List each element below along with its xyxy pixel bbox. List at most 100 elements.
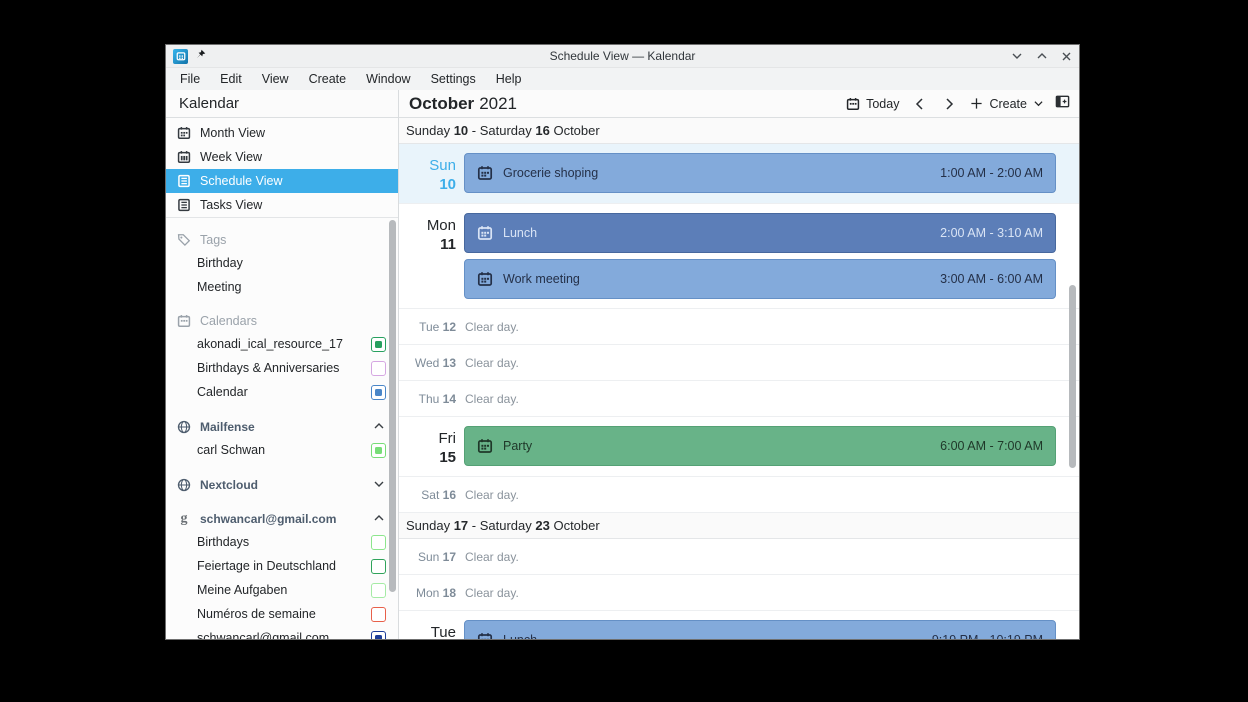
sidebar-item-label: Schedule View <box>200 174 283 188</box>
menu-help[interactable]: Help <box>486 68 532 90</box>
calendar-checkbox[interactable] <box>371 360 386 376</box>
schedule-view: Sunday 10 - Saturday 16 October Sun 10 G… <box>399 118 1079 639</box>
day-label: Mon 11 <box>426 217 456 253</box>
clear-day-note: Clear day. <box>465 391 519 406</box>
schedule-view-icon <box>177 174 191 188</box>
calendar-row[interactable]: Numéros de semaine <box>166 602 398 626</box>
menu-edit[interactable]: Edit <box>210 68 252 90</box>
menu-create[interactable]: Create <box>299 68 357 90</box>
tag-item-birthday[interactable]: Birthday <box>166 251 398 275</box>
chevron-down-icon[interactable] <box>373 478 385 492</box>
day-label: Mon 18 <box>415 585 456 600</box>
sidebar-item-tasks-view[interactable]: Tasks View <box>166 193 398 217</box>
next-button[interactable] <box>940 97 959 111</box>
day-row-fri-15: Fri 15 Party 6:00 AM - 7:00 AM <box>399 417 1079 477</box>
chevron-up-icon[interactable] <box>373 420 385 434</box>
calendar-checkbox[interactable] <box>371 606 386 622</box>
event-time: 3:00 AM - 6:00 AM <box>940 272 1043 286</box>
sidebar: Kalendar Month View Week View Schedule V… <box>166 90 399 639</box>
day-label: Sat 16 <box>421 487 456 502</box>
day-label: Tue 19 <box>430 624 456 639</box>
event-time: 6:00 AM - 7:00 AM <box>940 439 1043 453</box>
sidebar-scrollbar-thumb[interactable] <box>389 220 396 592</box>
schedule-scrollbar-thumb[interactable] <box>1069 285 1076 468</box>
sidebar-item-label: Month View <box>200 126 266 140</box>
clear-day-note: Clear day. <box>465 319 519 334</box>
sidebar-title: Kalendar <box>166 90 398 118</box>
week-view-icon <box>177 150 191 164</box>
sidebar-item-label: Week View <box>200 150 263 164</box>
maximize-icon[interactable] <box>1036 51 1048 61</box>
clear-day-note: Clear day. <box>465 549 519 564</box>
day-label: Tue 12 <box>419 319 456 334</box>
pin-icon[interactable] <box>195 47 206 65</box>
event-card-grocerie-shoping[interactable]: Grocerie shoping 1:00 AM - 2:00 AM <box>464 153 1056 193</box>
calendar-row[interactable]: carl Schwan <box>166 438 398 462</box>
previous-button[interactable] <box>910 97 929 111</box>
calendar-icon <box>477 225 493 241</box>
menu-file[interactable]: File <box>170 68 210 90</box>
calendar-icon <box>846 97 860 110</box>
chevron-up-icon[interactable] <box>373 512 385 526</box>
account-header-nextcloud[interactable]: Nextcloud <box>166 474 398 496</box>
event-card-party[interactable]: Party 6:00 AM - 7:00 AM <box>464 426 1056 466</box>
sidebar-content: Month View Week View Schedule View Tasks… <box>166 118 398 639</box>
divider <box>166 217 398 218</box>
sidebar-item-week-view[interactable]: Week View <box>166 145 398 169</box>
calendar-row[interactable]: Feiertage in Deutschland <box>166 554 398 578</box>
day-row-mon-18: Mon 18 Clear day. <box>399 575 1079 611</box>
calendar-icon <box>177 315 191 327</box>
day-label: Sun 17 <box>417 549 456 564</box>
day-row-sun-10: Sun 10 Grocerie shoping 1:00 AM - 2:00 A… <box>399 144 1079 204</box>
today-button[interactable]: Today <box>846 97 899 111</box>
calendar-row[interactable]: schwancarl@gmail.com <box>166 626 398 639</box>
clear-day-note: Clear day. <box>465 585 519 600</box>
menu-view[interactable]: View <box>252 68 299 90</box>
calendar-icon <box>477 438 493 454</box>
sidebar-item-schedule-view[interactable]: Schedule View <box>166 169 398 193</box>
sidebar-item-label: Tasks View <box>200 198 263 212</box>
day-label: Sun 10 <box>429 157 456 193</box>
account-header-gmail[interactable]: g schwancarl@gmail.com <box>166 508 398 530</box>
day-row-mon-11: Mon 11 Lunch 2:00 AM - 3:10 AM Work meet… <box>399 204 1079 309</box>
toggle-panel-button[interactable] <box>1055 94 1070 114</box>
day-row-wed-13: Wed 13 Clear day. <box>399 345 1079 381</box>
calendar-checkbox[interactable] <box>371 630 386 639</box>
tag-item-meeting[interactable]: Meeting <box>166 275 398 299</box>
main-header: October 2021 Today Create <box>399 90 1079 118</box>
calendar-row[interactable]: Birthdays & Anniversaries <box>166 356 398 380</box>
event-title: Party <box>503 439 533 453</box>
calendar-row[interactable]: Birthdays <box>166 530 398 554</box>
calendar-row[interactable]: Meine Aufgaben <box>166 578 398 602</box>
event-card-work-meeting[interactable]: Work meeting 3:00 AM - 6:00 AM <box>464 259 1056 299</box>
google-icon: g <box>180 511 188 526</box>
menu-settings[interactable]: Settings <box>421 68 486 90</box>
chevron-down-icon <box>1034 101 1043 107</box>
calendar-row[interactable]: akonadi_ical_resource_17 <box>166 332 398 356</box>
main-panel: October 2021 Today Create Sunday 10 - Sa… <box>399 90 1079 639</box>
create-button[interactable]: Create <box>970 97 1044 111</box>
event-title: Lunch <box>503 226 538 240</box>
event-time: 2:00 AM - 3:10 AM <box>940 226 1043 240</box>
event-card-lunch[interactable]: Lunch 2:00 AM - 3:10 AM <box>464 213 1056 253</box>
calendar-checkbox[interactable] <box>371 558 386 574</box>
minimize-icon[interactable] <box>1011 51 1023 61</box>
sidebar-item-month-view[interactable]: Month View <box>166 121 398 145</box>
event-card-lunch-2[interactable]: Lunch 9:19 PM - 10:19 PM <box>464 620 1056 639</box>
close-icon[interactable] <box>1061 51 1072 62</box>
kalendar-window: Schedule View — Kalendar File Edit View … <box>165 44 1080 640</box>
week-header: Sunday 10 - Saturday 16 October <box>399 118 1079 144</box>
calendar-checkbox[interactable] <box>371 336 386 352</box>
calendar-row[interactable]: Calendar <box>166 380 398 404</box>
calendar-checkbox[interactable] <box>371 582 386 598</box>
calendar-checkbox[interactable] <box>371 442 386 458</box>
calendar-checkbox[interactable] <box>371 384 386 400</box>
window-title: Schedule View — Kalendar <box>549 49 696 63</box>
day-label: Thu 14 <box>418 391 456 406</box>
tag-icon <box>177 234 191 247</box>
account-header-mailfense[interactable]: Mailfense <box>166 416 398 438</box>
event-time: 1:00 AM - 2:00 AM <box>940 166 1043 180</box>
menu-window[interactable]: Window <box>356 68 420 90</box>
calendar-checkbox[interactable] <box>371 534 386 550</box>
titlebar: Schedule View — Kalendar <box>166 45 1079 68</box>
